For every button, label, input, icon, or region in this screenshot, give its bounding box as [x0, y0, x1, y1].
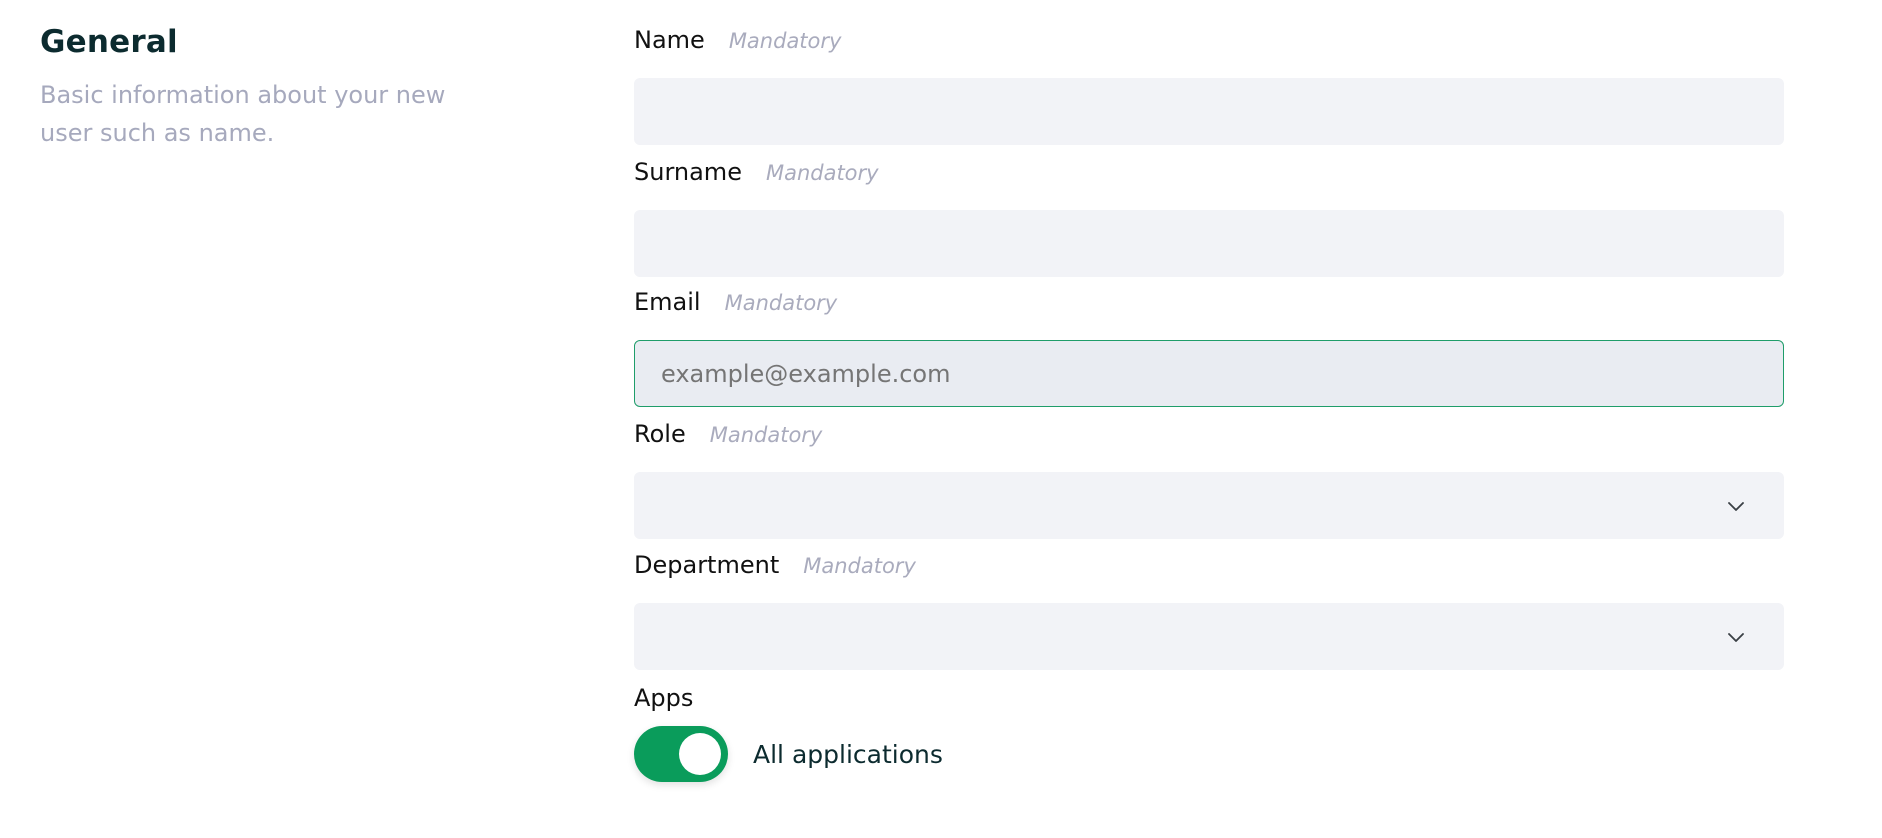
department-field-group: Department Mandatory	[634, 551, 1784, 670]
name-input[interactable]	[634, 78, 1784, 145]
surname-input[interactable]	[634, 210, 1784, 277]
name-field-group: Name Mandatory	[634, 26, 1784, 145]
surname-field-group: Surname Mandatory	[634, 158, 1784, 277]
name-label: Name	[634, 26, 705, 54]
all-applications-label: All applications	[753, 739, 943, 769]
apps-label: Apps	[634, 684, 694, 712]
role-mandatory-hint: Mandatory	[709, 423, 823, 447]
chevron-down-icon	[1728, 501, 1744, 511]
email-input[interactable]	[634, 340, 1784, 407]
apps-toggle-row: All applications	[634, 726, 1784, 782]
role-label-row: Role Mandatory	[634, 420, 1784, 456]
email-label-row: Email Mandatory	[634, 288, 1784, 324]
section-description: Basic information about your new user su…	[40, 81, 446, 147]
surname-mandatory-hint: Mandatory	[765, 161, 879, 185]
section-title: General	[40, 24, 178, 60]
section-intro: General Basic information about your new…	[40, 22, 460, 152]
role-label: Role	[634, 420, 686, 448]
department-label: Department	[634, 551, 780, 579]
chevron-down-icon	[1728, 632, 1744, 642]
email-label: Email	[634, 288, 701, 316]
surname-label-row: Surname Mandatory	[634, 158, 1784, 194]
email-mandatory-hint: Mandatory	[724, 291, 838, 315]
new-user-form-page: General Basic information about your new…	[0, 0, 1882, 838]
department-select[interactable]	[634, 603, 1784, 670]
toggle-knob	[679, 733, 721, 775]
role-select[interactable]	[634, 472, 1784, 539]
department-mandatory-hint: Mandatory	[803, 554, 916, 578]
email-field-group: Email Mandatory	[634, 288, 1784, 407]
surname-label: Surname	[634, 158, 742, 186]
all-applications-toggle[interactable]	[634, 726, 728, 782]
name-mandatory-hint: Mandatory	[728, 29, 842, 53]
apps-field-group: Apps All applications	[634, 680, 1784, 782]
department-label-row: Department Mandatory	[634, 551, 1784, 587]
role-field-group: Role Mandatory	[634, 420, 1784, 539]
name-label-row: Name Mandatory	[634, 26, 1784, 62]
